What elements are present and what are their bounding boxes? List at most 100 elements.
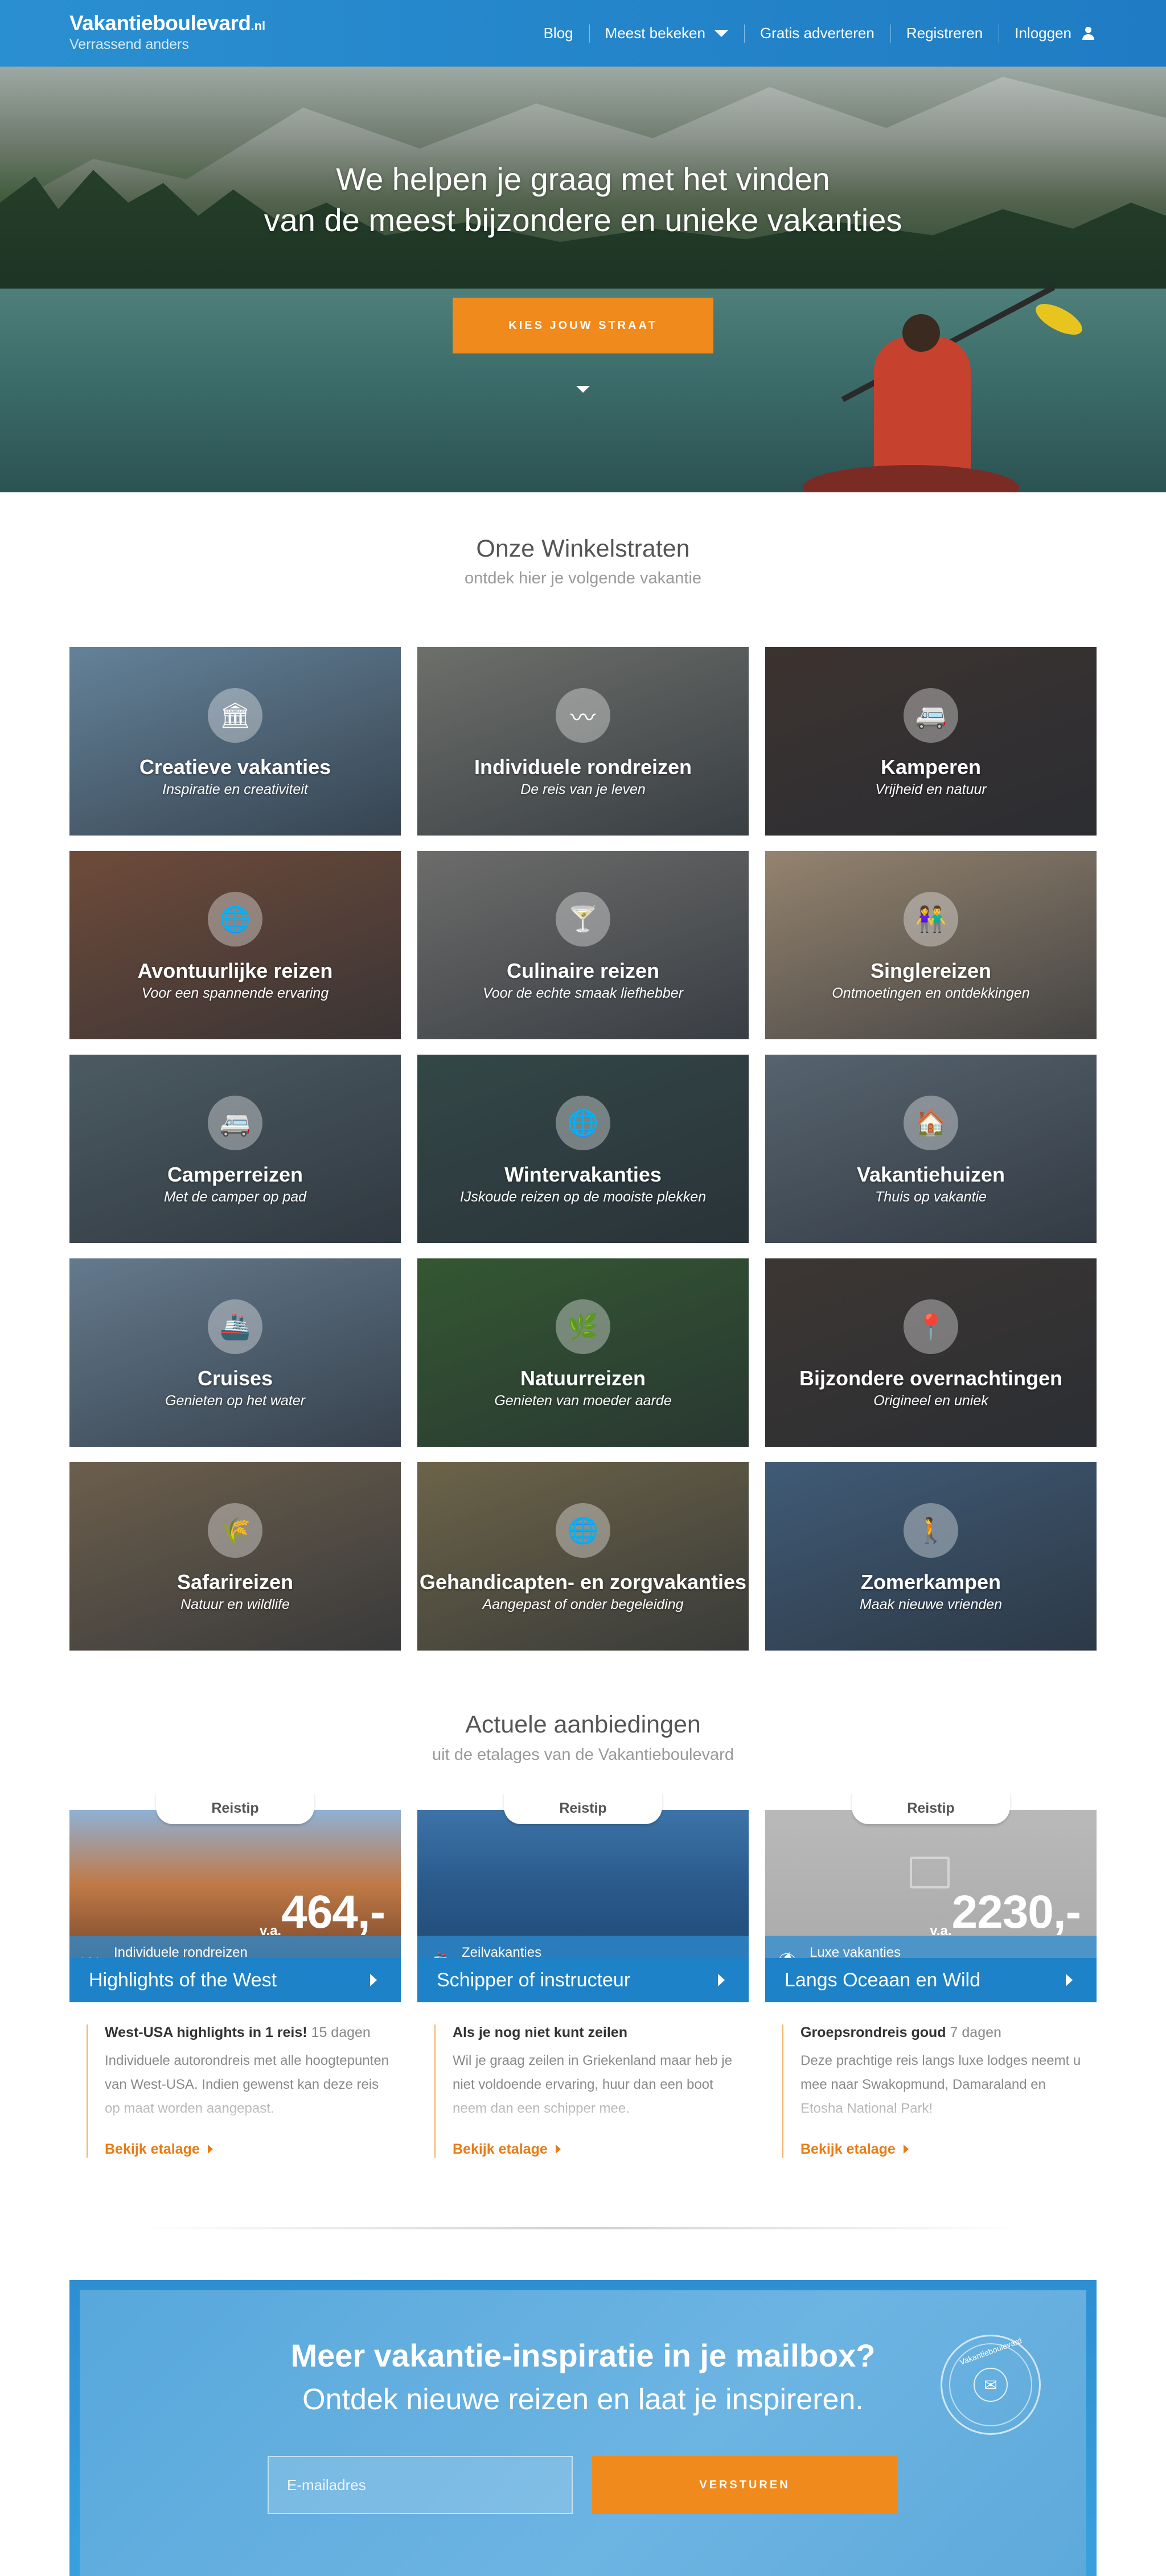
street-tile[interactable]: 🌿 Natuurreizen Genieten van moeder aarde <box>417 1258 749 1447</box>
street-tile[interactable]: 🚶 Zomerkampen Maak nieuwe vrienden <box>765 1462 1097 1651</box>
street-tile[interactable]: 🚐 Camperreizen Met de camper op pad <box>69 1055 401 1243</box>
offer-price: v.a.2230,- <box>930 1886 1081 1939</box>
tile-title[interactable]: Individuele rondreizen <box>417 755 749 779</box>
nature-icon: 🌿 <box>556 1299 610 1354</box>
nav-link-register[interactable]: Registreren <box>890 17 999 51</box>
globe-icon: 🌐 <box>556 1503 610 1558</box>
hero-headline: We helpen je graag met het vinden van de… <box>0 159 1166 241</box>
offers-subtitle: uit de etalages van de Vakantieboulevard <box>432 1746 734 1764</box>
museum-icon: 🏛 <box>208 688 262 743</box>
offer-tab: Reistip <box>504 1792 662 1824</box>
offer-image[interactable]: 🚢Zeilvakanties <box>417 1810 749 1975</box>
tile-title[interactable]: Natuurreizen <box>417 1367 749 1390</box>
tile-title[interactable]: Wintervakanties <box>417 1163 749 1187</box>
scroll-down-icon[interactable] <box>576 386 590 393</box>
section-divider <box>142 2227 1024 2229</box>
offer-title[interactable]: Langs Oceaan en Wild <box>765 1958 1097 2002</box>
hero-line-2: van de meest bijzondere en unieke vakant… <box>264 202 902 238</box>
tile-subtitle: Inspiratie en creativiteit <box>162 781 308 797</box>
nav-link-most-viewed-label[interactable]: Meest bekeken <box>605 24 705 42</box>
tile-subtitle: Maak nieuwe vrienden <box>859 1596 1003 1612</box>
tile-title[interactable]: Safarireizen <box>69 1570 401 1594</box>
user-icon[interactable] <box>1081 26 1095 41</box>
image-placeholder-icon <box>910 1857 950 1888</box>
streets-title: Onze Winkelstraten <box>476 535 690 562</box>
tile-title[interactable]: Bijzondere overnachtingen <box>765 1367 1097 1390</box>
tile-subtitle: De reis van je leven <box>520 781 646 797</box>
street-tile[interactable]: 👫 Singlereizen Ontmoetingen en ontdekkinge… <box>765 851 1097 1039</box>
brand-tagline: Verrassend anders <box>69 36 189 52</box>
tile-title[interactable]: Singlereizen <box>765 959 1097 983</box>
nav-link-most-viewed[interactable]: Meest bekeken <box>589 17 744 51</box>
street-tile[interactable]: 📍 Bijzondere overnachtingen Origineel en u… <box>765 1258 1097 1447</box>
brand-tld[interactable]: .nl <box>251 19 265 33</box>
view-shop-link[interactable]: Bekijk etalage <box>800 2141 1090 2158</box>
offer-description: Individuele autorondreis met alle hoogte… <box>105 2053 389 2116</box>
envelope-icon: ✉ <box>974 2368 1008 2402</box>
newsletter-seal: Vakantieboulevard ✉ <box>941 2335 1041 2435</box>
hero-banner: We helpen je graag met het vinden van de… <box>0 67 1166 492</box>
route-icon: 〰 <box>556 688 610 743</box>
street-tile[interactable]: 🚐 Kamperen Vrijheid en natuur <box>765 647 1097 836</box>
offer-title[interactable]: Schipper of instructeur <box>417 1958 749 2002</box>
send-button[interactable]: VERSTUREN <box>592 2456 897 2514</box>
brand-logo[interactable]: Vakantieboulevard.nl Verrassend anders <box>69 11 265 53</box>
view-shop-link[interactable]: Bekijk etalage <box>105 2141 394 2158</box>
tile-title[interactable]: Culinaire reizen <box>417 959 749 983</box>
nav-link-login[interactable]: Inloggen <box>999 17 1111 51</box>
street-tile[interactable]: 〰 Individuele rondreizen De reis van je le… <box>417 647 749 836</box>
camper-icon: 🚐 <box>208 1096 262 1150</box>
globe-icon: 🌐 <box>208 892 262 947</box>
street-tile[interactable]: 🌐 Wintervakanties IJskoude reizen op de mo… <box>417 1055 749 1243</box>
offers-title: Actuele aanbiedingen <box>465 1711 701 1738</box>
street-tile[interactable]: 🌐 Avontuurlijke reizen Voor een spannende … <box>69 851 401 1039</box>
tile-title[interactable]: Kamperen <box>765 755 1097 779</box>
chevron-down-icon[interactable] <box>714 30 728 37</box>
newsletter-title: Meer vakantie-inspiratie in je mailbox? <box>290 2338 876 2373</box>
nav-link-blog[interactable]: Blog <box>528 17 589 51</box>
street-tile[interactable]: 🏠 Vakantiehuizen Thuis op vakantie <box>765 1055 1097 1243</box>
street-tile[interactable]: 🌐 Gehandicapten- en zorgvakanties Aangepas… <box>417 1462 749 1651</box>
tile-title[interactable]: Avontuurlijke reizen <box>69 959 401 983</box>
grass-icon: 🌾 <box>208 1503 262 1558</box>
street-tile[interactable]: 🌾 Safarireizen Natuur en wildlife <box>69 1462 401 1651</box>
nav-link-login-label[interactable]: Inloggen <box>1015 24 1071 42</box>
offer-tab: Reistip <box>156 1792 314 1824</box>
tile-subtitle: Voor een spannende ervaring <box>141 985 329 1001</box>
ship-icon: 🚢 <box>208 1299 262 1354</box>
hiker-icon: 🚶 <box>904 1503 958 1558</box>
tile-title[interactable]: Gehandicapten- en zorgvakanties <box>417 1570 749 1594</box>
offer-title[interactable]: Highlights of the West <box>69 1958 401 2002</box>
tile-title[interactable]: Camperreizen <box>69 1163 401 1187</box>
brand-name[interactable]: Vakantieboulevard <box>69 11 251 35</box>
nav-link-advertise[interactable]: Gratis adverteren <box>744 17 890 51</box>
street-tile[interactable]: 🍸 Culinaire reizen Voor de echte smaak lie… <box>417 851 749 1039</box>
offer-lead: West-USA highlights in 1 reis! 15 dagen <box>105 2024 394 2041</box>
tile-title[interactable]: Cruises <box>69 1367 401 1390</box>
offer-lead-bold: Als je nog niet kunt zeilen <box>453 2024 627 2040</box>
newsletter-subtitle: Ontdek nieuwe reizen en laat je inspirer… <box>302 2383 864 2416</box>
tile-title[interactable]: Creatieve vakanties <box>69 755 401 779</box>
view-shop-link[interactable]: Bekijk etalage <box>453 2141 742 2158</box>
tile-subtitle: Natuur en wildlife <box>180 1596 290 1612</box>
tile-title[interactable]: Zomerkampen <box>765 1570 1097 1594</box>
offer-body: West-USA highlights in 1 reis! 15 dagen I… <box>87 2024 394 2158</box>
choose-street-button[interactable]: KIES JOUW STRAAT <box>453 298 713 353</box>
offer-lead: Groepsrondreis goud 7 dagen <box>800 2024 1090 2041</box>
offer-image[interactable]: v.a.464,-〰Individuele rondreizen <box>69 1810 401 1975</box>
offer-image[interactable]: v.a.2230,-⛱Luxe vakanties <box>765 1810 1097 1975</box>
offer-tab: Reistip <box>852 1792 1010 1824</box>
tile-subtitle: Aangepast of onder begeleiding <box>482 1596 684 1612</box>
cocktail-icon: 🍸 <box>556 892 610 947</box>
offer-description: Wil je graag zeilen in Griekenland maar … <box>453 2053 732 2116</box>
email-field[interactable] <box>268 2456 573 2514</box>
tile-subtitle: Genieten op het water <box>165 1393 305 1409</box>
street-tile[interactable]: 🚢 Cruises Genieten op het water <box>69 1258 401 1447</box>
hero-line-1: We helpen je graag met het vinden <box>336 161 830 197</box>
tile-title[interactable]: Vakantiehuizen <box>765 1163 1097 1187</box>
offer-card: Reistip🚢ZeilvakantiesSchipper of instruc… <box>417 1792 749 2191</box>
offer-lead-bold: West-USA highlights in 1 reis! <box>105 2024 307 2040</box>
offer-body: Als je nog niet kunt zeilen Wil je graag… <box>434 2024 742 2158</box>
tile-subtitle: Thuis op vakantie <box>875 1189 987 1205</box>
street-tile[interactable]: 🏛 Creatieve vakanties Inspiratie en creati… <box>69 647 401 836</box>
